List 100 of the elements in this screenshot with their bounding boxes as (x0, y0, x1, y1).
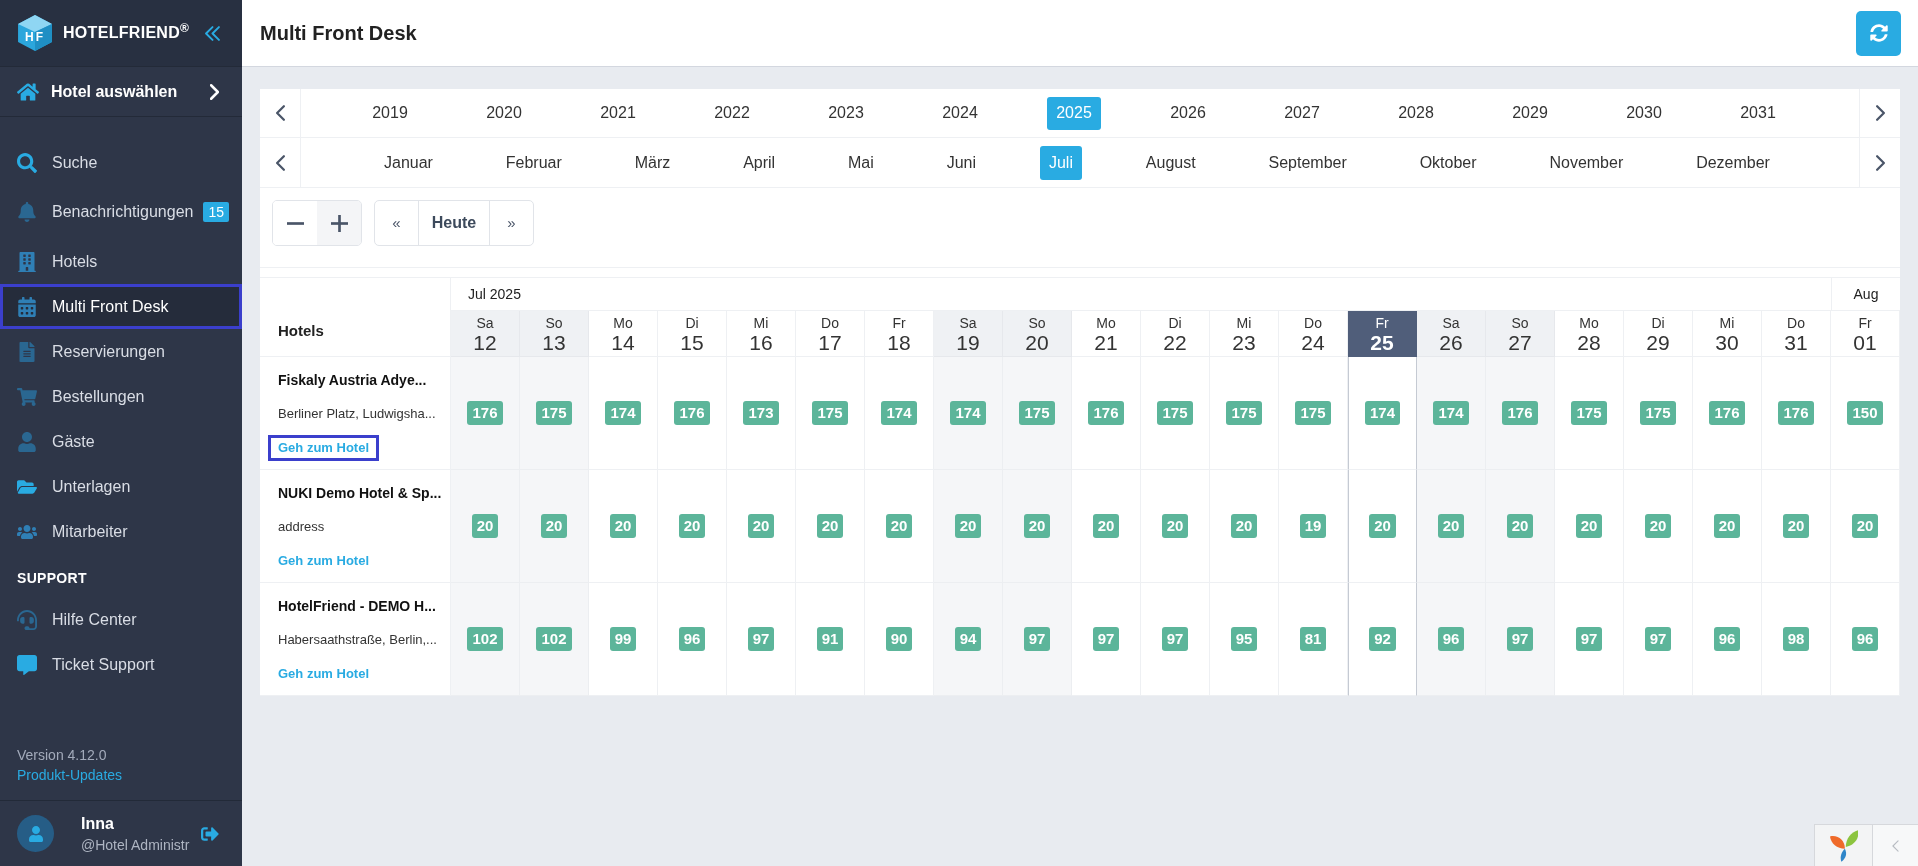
day-number: 24 (1301, 331, 1325, 355)
month-label: Aug (1853, 284, 1879, 304)
availability-badge: 20 (609, 514, 637, 538)
month-tab[interactable]: Mai (839, 145, 883, 180)
year-tab[interactable]: 2029 (1503, 96, 1557, 130)
month-tab[interactable]: November (1540, 145, 1633, 180)
month-tab[interactable]: Juni (937, 145, 986, 180)
weekday-label: Fr (1375, 315, 1389, 331)
chevron-left-icon (1892, 839, 1899, 852)
year-tab[interactable]: 2022 (705, 96, 759, 130)
user-name: Inna (81, 813, 114, 834)
month-tab[interactable]: März (625, 145, 680, 180)
month-tab[interactable]: September (1259, 145, 1356, 180)
sidebar-item[interactable]: Benachrichtigungen 15 (0, 185, 242, 239)
day-number: 31 (1784, 331, 1808, 355)
sidebar-item[interactable]: Gäste (0, 419, 242, 464)
year-tab[interactable]: 2021 (591, 96, 645, 130)
next-period-button[interactable]: » (490, 201, 533, 245)
availability-badge: 20 (954, 514, 982, 538)
day-number: 01 (1853, 331, 1877, 355)
zoom-in-button[interactable] (317, 201, 361, 245)
sidebar-item[interactable]: Ticket Support (0, 642, 242, 687)
chevron-right-icon (1875, 105, 1885, 121)
hotel-selector[interactable]: Hotel auswählen (0, 67, 242, 117)
month-tab[interactable]: Januar (375, 145, 442, 180)
weekday-label: Mo (613, 315, 633, 331)
toolbar-toggle-button[interactable] (1872, 824, 1918, 866)
plus-icon (330, 214, 348, 232)
calendar-icon (17, 296, 37, 317)
day-number: 17 (818, 331, 842, 355)
year-tab[interactable]: 2030 (1617, 96, 1671, 130)
day-number: 15 (680, 331, 704, 355)
day-number: 22 (1163, 331, 1187, 355)
weekday-label: So (1511, 315, 1529, 331)
availability-badge: 91 (816, 627, 844, 651)
day-number: 27 (1508, 331, 1532, 355)
availability-badge: 20 (1369, 514, 1396, 538)
day-number: 12 (473, 331, 497, 355)
sidebar-item[interactable]: Unterlagen (0, 464, 242, 509)
weekday-label: Sa (959, 315, 977, 331)
year-tab[interactable]: 2020 (477, 96, 531, 130)
page-title: Multi Front Desk (260, 21, 417, 46)
month-tab[interactable]: Dezember (1687, 145, 1779, 180)
availability-badge: 102 (536, 627, 572, 651)
availability-badge: 175 (536, 401, 572, 425)
month-tab[interactable]: Februar (496, 145, 571, 180)
previous-period-button[interactable]: « (375, 201, 418, 245)
building-icon (17, 251, 37, 272)
year-tab[interactable]: 2024 (933, 96, 987, 130)
availability-badge: 97 (1506, 627, 1534, 651)
year-tab[interactable]: 2026 (1161, 96, 1215, 130)
updates-link[interactable]: Produkt-Updates (17, 765, 123, 785)
today-button[interactable]: Heute (418, 201, 490, 245)
sidebar-item[interactable]: Hilfe Center (0, 597, 242, 642)
availability-badge: 150 (1847, 401, 1883, 425)
sidebar-item[interactable]: Suche (0, 140, 242, 185)
weekday-label: So (1028, 315, 1046, 331)
availability-badge: 97 (1092, 627, 1120, 651)
availability-badge: 97 (1023, 627, 1051, 651)
logout-button[interactable] (201, 824, 219, 843)
sidebar-item[interactable]: Mitarbeiter (0, 509, 242, 554)
availability-badge: 99 (609, 627, 637, 651)
month-tab[interactable]: April (734, 145, 785, 180)
month-tab[interactable]: August (1136, 145, 1205, 180)
weekday-label: Do (1304, 315, 1322, 331)
sidebar-item[interactable]: Hotels (0, 239, 242, 284)
sidebar-item[interactable]: Bestellungen (0, 374, 242, 419)
sidebar-item[interactable]: Multi Front Desk (0, 284, 242, 329)
weekday-label: Sa (1442, 315, 1460, 331)
year-tab[interactable]: 2019 (363, 96, 417, 130)
availability-badge: 20 (1023, 514, 1051, 538)
year-tab[interactable]: 2027 (1275, 96, 1329, 130)
availability-badge: 20 (1575, 514, 1603, 538)
logo-letters: HF (24, 30, 46, 44)
minus-icon (286, 221, 304, 225)
weekday-label: So (545, 315, 563, 331)
refresh-button[interactable] (1856, 10, 1901, 56)
weekday-label: Fr (1858, 315, 1872, 331)
availability-badge: 81 (1299, 627, 1327, 651)
collapse-sidebar-button[interactable] (205, 25, 220, 41)
availability-badge: 20 (471, 514, 499, 538)
day-number: 16 (749, 331, 773, 355)
user-avatar-icon (17, 815, 54, 852)
availability-badge: 20 (1437, 514, 1465, 538)
weekday-label: Di (685, 315, 699, 331)
availability-badge: 20 (816, 514, 844, 538)
toolbar-logo-button[interactable] (1814, 824, 1872, 866)
house-icon (17, 80, 39, 103)
availability-badge: 96 (1851, 627, 1879, 651)
double-chevron-left-icon (205, 25, 220, 41)
availability-badge: 97 (1575, 627, 1603, 651)
year-tab[interactable]: 2028 (1389, 96, 1443, 130)
availability-badge: 174 (605, 401, 641, 425)
day-number: 19 (956, 331, 980, 355)
sidebar-item[interactable]: Reservierungen (0, 329, 242, 374)
month-tab[interactable]: Oktober (1410, 145, 1486, 180)
day-number: 20 (1025, 331, 1049, 355)
year-tab[interactable]: 2023 (819, 96, 873, 130)
year-tab[interactable]: 2031 (1731, 96, 1785, 130)
month-label: Jul 2025 (468, 284, 521, 304)
